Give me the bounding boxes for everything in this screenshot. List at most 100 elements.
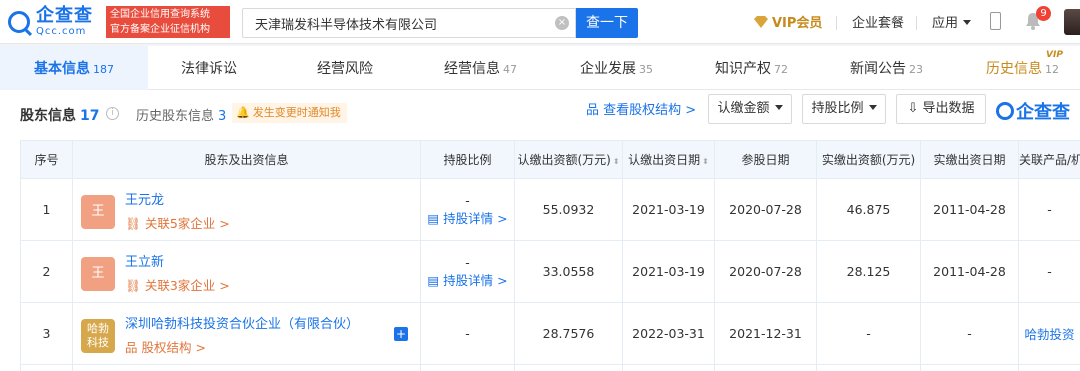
paid-amount: 46.875 xyxy=(816,178,921,241)
vip-label: VIP会员 xyxy=(772,16,823,31)
tab-news[interactable]: 新闻公告 23 xyxy=(850,58,923,78)
mobile-app-icon[interactable] xyxy=(990,12,1001,30)
empty-cell xyxy=(514,364,623,371)
tab-count: 12 xyxy=(1045,63,1059,76)
shareholder-table: 序号 股东及出资信息 持股比例 认缴出资额(万元) ⬍ 认缴出资日期 ⬍ 参股日期 … xyxy=(20,140,1080,371)
btn-label: 认缴金额 xyxy=(717,101,770,116)
enterprise-package-link[interactable]: 企业套餐 xyxy=(852,12,904,31)
share-ratio-dropdown[interactable]: 持股比例 xyxy=(802,94,886,124)
col-header: 序号 xyxy=(20,140,73,179)
empty-cell xyxy=(920,364,1019,371)
related-companies-link[interactable]: ⛓ 关联5家企业 > xyxy=(125,213,230,232)
col-header-sortable[interactable]: 认缴出资日期 ⬍ xyxy=(622,140,715,179)
join-date: 2020-07-28 xyxy=(714,240,817,303)
empty-cell xyxy=(1018,364,1080,371)
tab-operation[interactable]: 经营信息 47 xyxy=(444,58,517,78)
join-date: 2021-12-31 xyxy=(714,302,817,365)
related-product: - xyxy=(1018,178,1080,241)
shareholder-name-link[interactable]: 王元龙 xyxy=(125,189,164,208)
history-shareholders-link[interactable]: 历史股东信息 3 xyxy=(136,105,226,124)
tab-development[interactable]: 企业发展 35 xyxy=(580,58,653,78)
clear-search-icon[interactable]: × xyxy=(555,16,569,30)
row-number: 1 xyxy=(20,178,73,241)
avatar: 王 xyxy=(81,195,115,229)
paid-date: - xyxy=(920,302,1019,365)
tab-ip[interactable]: 知识产权 72 xyxy=(715,58,788,78)
vip-member-link[interactable]: VIP会员 xyxy=(754,12,822,31)
search-box[interactable]: × xyxy=(242,8,576,38)
share-ratio-cell: - ▤ 持股详情 > xyxy=(420,178,515,241)
top-header: 企查查 Qcc.com 全国企业信用查询系统 官方备案企业征信机构 × 查一下 … xyxy=(0,0,1080,44)
subscribed-date: 2022-03-31 xyxy=(622,302,715,365)
qcc-logo[interactable]: 企查查 Qcc.com xyxy=(8,6,93,38)
equity-structure-label: 股权结构 > xyxy=(141,340,206,355)
tab-basic-info[interactable]: 基本信息 187 xyxy=(34,58,114,78)
tab-label: 基本信息 xyxy=(34,61,90,77)
paid-amount: 28.125 xyxy=(816,240,921,303)
table-row: 3 哈勃 科技 深圳哈勃科技投资合伙企业（有限合伙） 品 股权结构 > + - 2… xyxy=(20,302,1080,365)
apps-menu[interactable]: 应用 xyxy=(932,12,972,31)
history-label: 历史股东信息 xyxy=(136,109,215,124)
col-header: 关联产品/机构 xyxy=(1018,140,1080,179)
expand-plus-icon[interactable]: + xyxy=(394,327,408,341)
col-header-label: 认缴出资额(万元) xyxy=(517,153,611,167)
avatar: 哈勃 科技 xyxy=(81,319,115,353)
export-data-button[interactable]: ⇩ 导出数据 xyxy=(896,94,986,124)
paid-date: 2011-04-28 xyxy=(920,178,1019,241)
chevron-down-icon xyxy=(774,105,783,110)
equity-structure-link[interactable]: 品 股权结构 > xyxy=(125,337,206,356)
related-product-link[interactable]: 哈勃投资 xyxy=(1018,302,1080,365)
subscribed-amount-dropdown[interactable]: 认缴金额 xyxy=(708,94,792,124)
tab-count: 187 xyxy=(93,63,114,76)
logo-icon xyxy=(8,11,30,33)
empty-cell xyxy=(714,364,817,371)
chevron-down-icon xyxy=(963,20,972,25)
section-count: 17 xyxy=(80,108,100,124)
export-icon: ⇩ xyxy=(907,101,923,116)
detail-icon: ▤ xyxy=(427,210,444,226)
notify-label: 发生变更时通知我 xyxy=(252,106,341,119)
tab-count: 23 xyxy=(909,63,923,76)
related-label: 关联5家企业 > xyxy=(144,216,230,231)
holding-details-link[interactable]: ▤ 持股详情 > xyxy=(427,210,507,228)
col-header-sortable[interactable]: 认缴出资额(万元) ⬍ xyxy=(514,140,623,179)
company-nav: 基本信息 187 法律诉讼 经营风险 经营信息 47 企业发展 35 知识产权 72 新… xyxy=(0,46,1080,90)
related-product-label: 哈勃投资 xyxy=(1024,327,1075,342)
chevron-down-icon xyxy=(868,105,877,110)
search-button[interactable]: 查一下 xyxy=(576,8,638,38)
structure-icon: 品 xyxy=(125,340,142,355)
tab-label: 经营风险 xyxy=(317,61,373,77)
col-header: 股东及出资信息 xyxy=(72,140,421,179)
detail-icon: ▤ xyxy=(427,272,444,288)
shareholder-cell: 王 王立新 ⛓ 关联3家企业 > xyxy=(72,240,421,303)
subscribed-amount: 28.7576 xyxy=(514,302,623,365)
search-input[interactable] xyxy=(243,9,543,37)
shareholder-name-link[interactable]: 深圳哈勃科技投资合伙企业（有限合伙） xyxy=(125,313,359,332)
view-equity-structure-link[interactable]: 品 查看股权结构 > xyxy=(586,99,696,118)
holding-details-link[interactable]: ▤ 持股详情 > xyxy=(427,272,507,290)
tab-label: 法律诉讼 xyxy=(181,61,237,77)
view-structure-label: 查看股权结构 > xyxy=(603,103,697,118)
related-companies-link[interactable]: ⛓ 关联3家企业 > xyxy=(125,275,230,294)
history-count: 3 xyxy=(218,109,227,124)
related-icon: ⛓ xyxy=(125,278,145,293)
avatar-line: 哈勃 xyxy=(87,322,109,335)
col-header-label: 认缴出资日期 xyxy=(628,153,701,167)
table-header-row: 序号 股东及出资信息 持股比例 认缴出资额(万元) ⬍ 认缴出资日期 ⬍ 参股日期 … xyxy=(20,140,1080,179)
col-header: 参股日期 xyxy=(714,140,817,179)
info-icon[interactable]: i xyxy=(106,107,119,120)
sort-icon: ⬍ xyxy=(612,157,620,166)
divider xyxy=(836,16,837,30)
empty-cell xyxy=(20,364,73,371)
notify-on-change-button[interactable]: 🔔 发生变更时通知我 xyxy=(232,103,347,123)
shareholder-name-link[interactable]: 王立新 xyxy=(125,251,164,270)
col-header: 持股比例 xyxy=(420,140,515,179)
holding-details-label: 持股详情 > xyxy=(443,210,508,226)
user-avatar[interactable] xyxy=(1064,9,1080,35)
tab-risk[interactable]: 经营风险 xyxy=(317,58,373,78)
tab-label: 新闻公告 xyxy=(850,61,906,77)
tab-history[interactable]: 历史信息 12 xyxy=(986,58,1059,78)
tab-legal[interactable]: 法律诉讼 xyxy=(181,58,237,78)
section-title: 股东信息 17 xyxy=(20,105,99,125)
paid-date: 2011-04-28 xyxy=(920,240,1019,303)
